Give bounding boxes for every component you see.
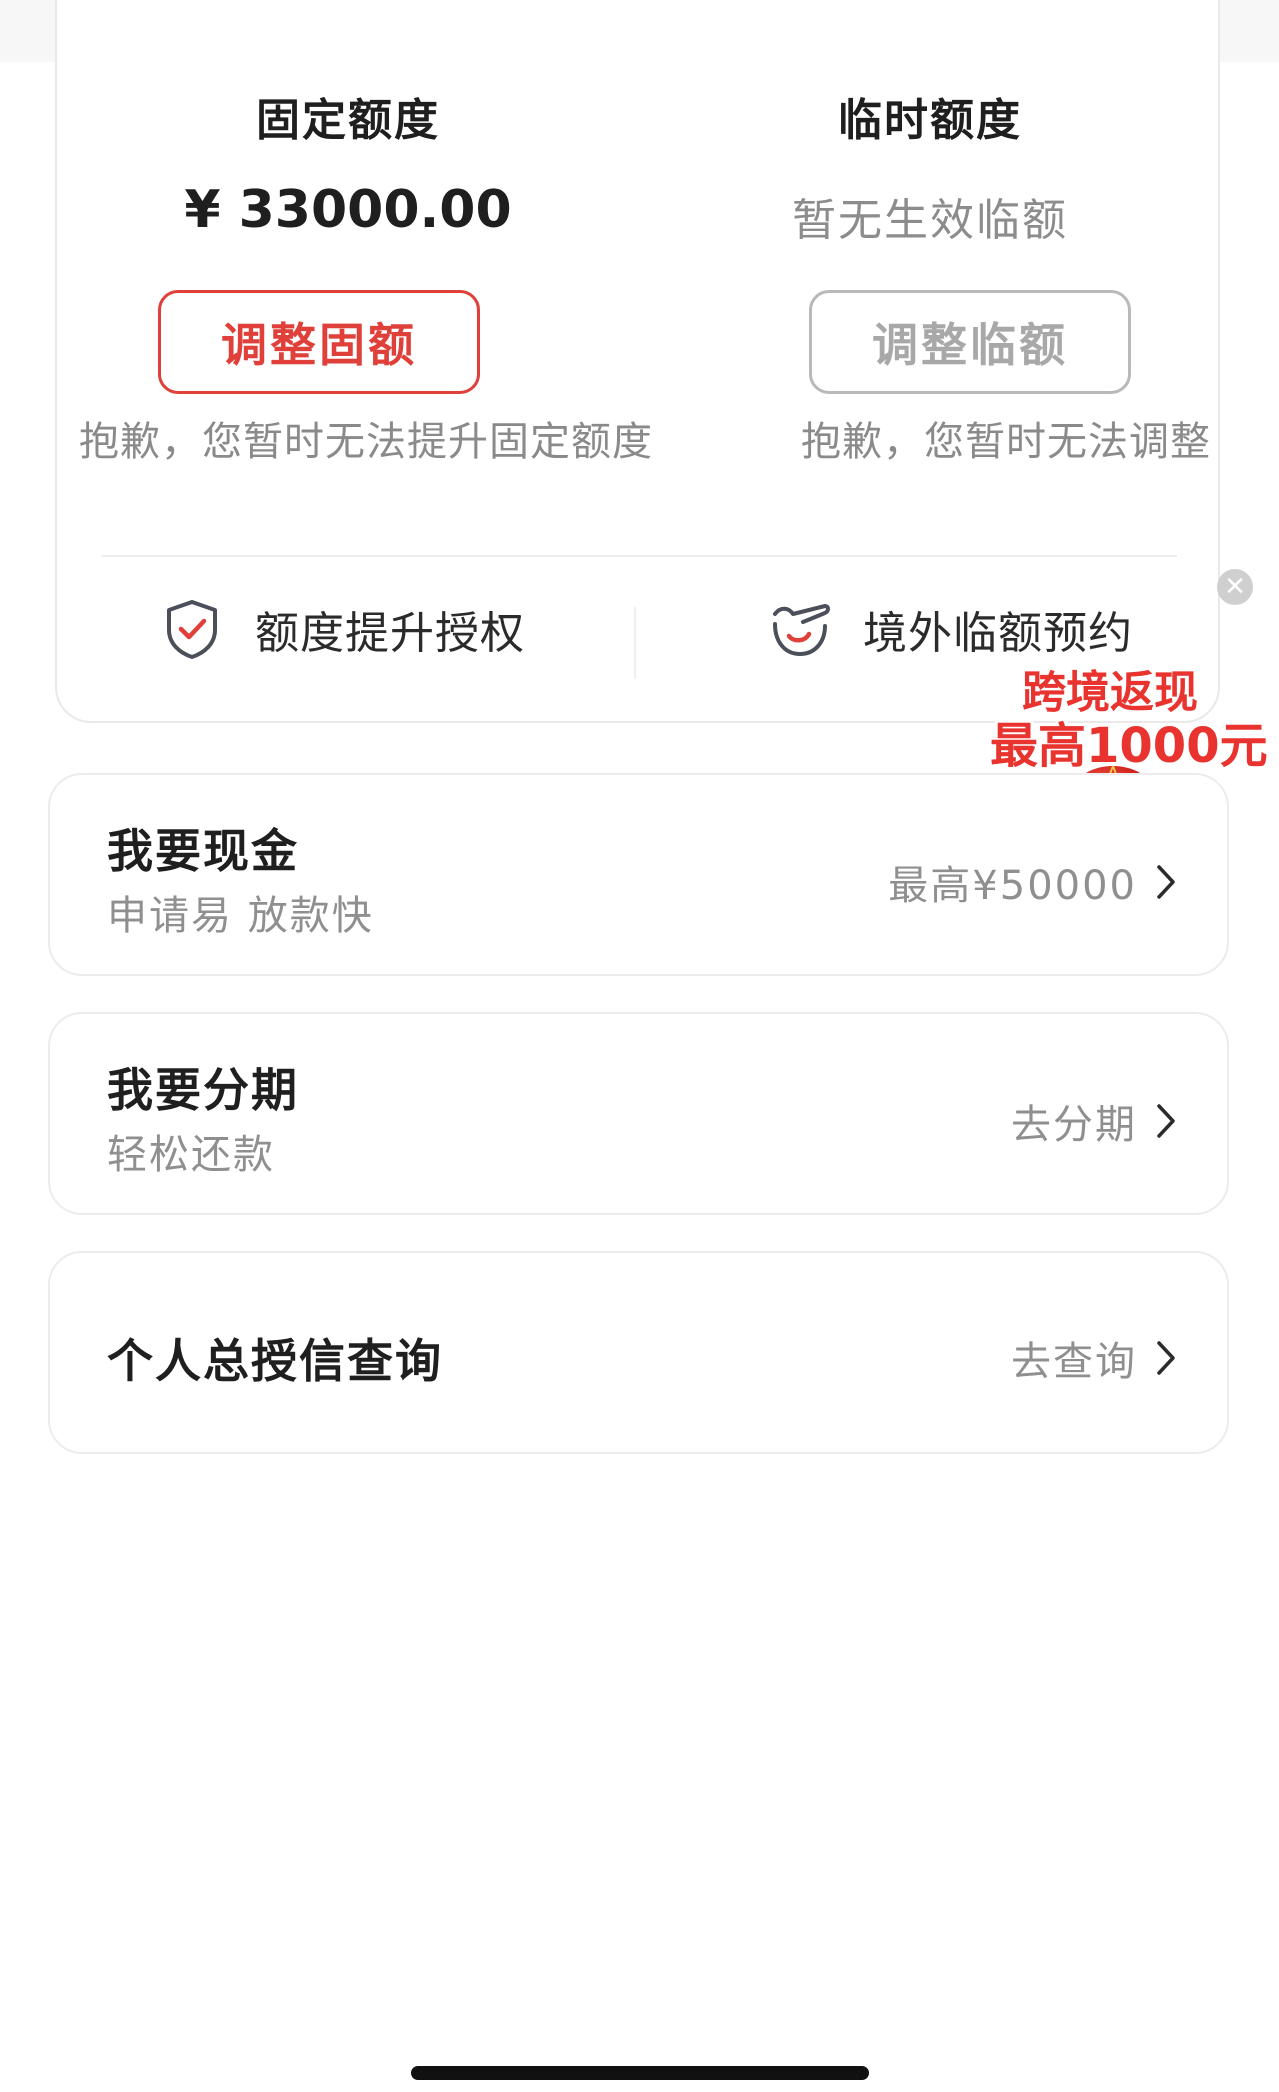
fixed-limit-note: 抱歉，您暂时无法提升固定额度 [79,419,653,465]
temporary-limit-note: 抱歉，您暂时无法调整 [801,419,1211,465]
credit-inquiry-link-text: 去查询 [1011,1339,1137,1385]
chevron-right-icon [1157,1104,1175,1138]
list-item-credit-inquiry[interactable]: 个人总授信查询 去查询 [48,1251,1229,1454]
installment-link-text: 去分期 [1011,1102,1137,1148]
home-indicator[interactable] [411,2066,869,2080]
credit-limit-card: 固定额度 ¥ 33000.00 调整固额 抱歉，您暂时无法提升固定额度 临时额度… [55,0,1220,723]
shield-check-icon [167,600,217,659]
card-divider [102,555,1177,557]
installment-subtitle: 轻松还款 [107,1132,275,1178]
list-item-cash-loan[interactable]: 我要现金 申请易 放款快 最高¥50000 [48,773,1229,976]
plane-smile-icon [773,604,830,657]
adjust-temporary-limit-button[interactable]: 调整临额 [809,290,1131,394]
cash-loan-subtitle: 申请易 放款快 [107,893,374,939]
fixed-limit-title: 固定额度 [256,95,440,146]
installment-title: 我要分期 [107,1063,299,1117]
limit-increase-authorization-button[interactable]: 额度提升授权 [159,574,525,684]
list-item-installment[interactable]: 我要分期 轻松还款 去分期 [48,1012,1229,1215]
chevron-right-icon [1157,865,1175,899]
cash-loan-right: 最高¥50000 [888,853,1177,911]
adjust-fixed-limit-button[interactable]: 调整固额 [158,290,480,394]
fixed-limit-amount: ¥ 33000.00 [184,180,512,240]
credit-inquiry-right: 去查询 [1011,1329,1177,1387]
credit-limit-page: 固定额度 ¥ 33000.00 调整固额 抱歉，您暂时无法提升固定额度 临时额度… [0,0,1279,2092]
cash-loan-max-amount: 最高¥50000 [888,863,1137,909]
temporary-limit-status: 暂无生效临额 [792,195,1068,246]
close-icon[interactable]: ✕ [1217,569,1253,605]
chevron-right-icon [1157,1341,1175,1375]
action-separator [634,607,636,679]
temporary-limit-title: 临时额度 [838,95,1022,146]
installment-right: 去分期 [1011,1092,1177,1150]
limit-increase-authorization-label: 额度提升授权 [255,608,525,659]
credit-inquiry-title: 个人总授信查询 [107,1334,443,1388]
cash-loan-title: 我要现金 [107,824,299,878]
